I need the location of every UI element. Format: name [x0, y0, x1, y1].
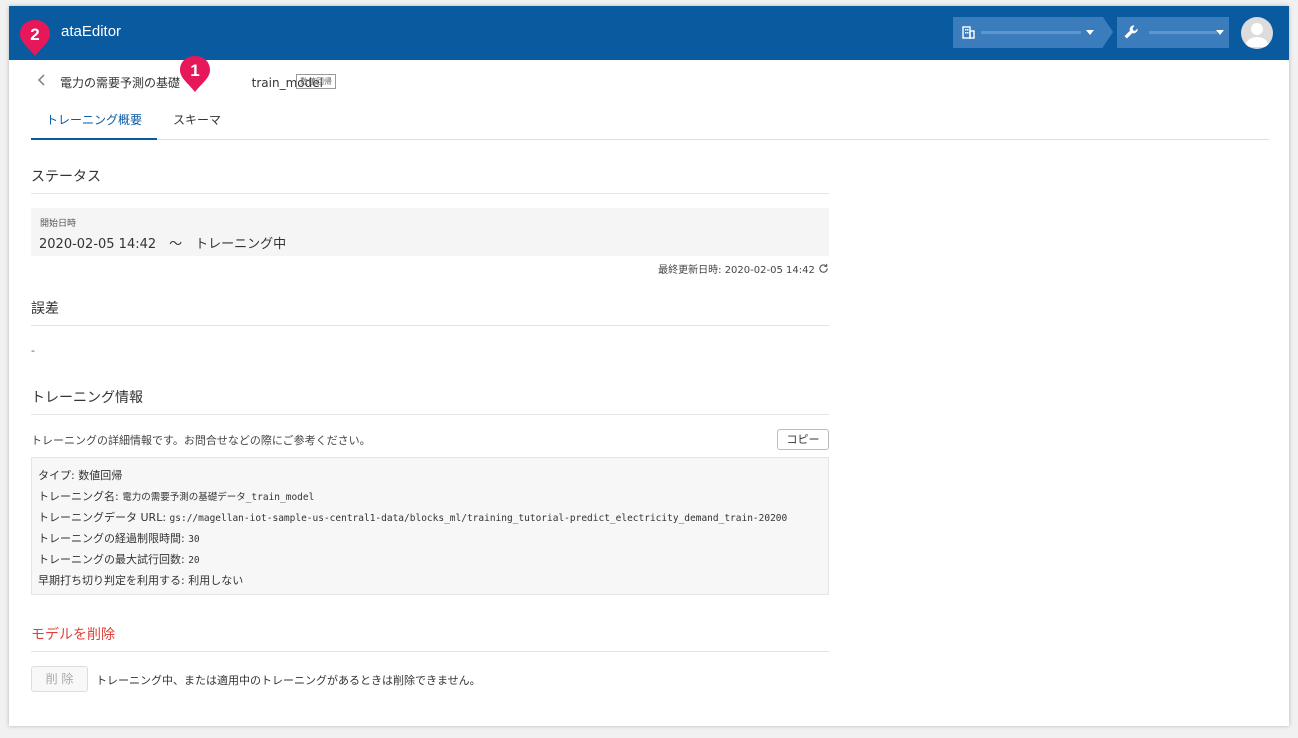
tab-training-overview[interactable]: トレーニング概要: [31, 111, 157, 140]
selector-arrow: [1103, 17, 1113, 47]
annotation-number: 2: [30, 25, 40, 44]
chevron-down-icon: [1216, 30, 1224, 35]
start-time-label: 開始日時: [40, 219, 77, 229]
tab-bar: トレーニング概要 スキーマ: [31, 105, 1269, 140]
error-section-title: 誤差: [31, 298, 829, 326]
annotation-badge-1: 1: [178, 54, 212, 94]
info-line-training-name: トレーニング名: 電力の需要予測の基礎データ_train_model: [38, 490, 315, 503]
chevron-down-icon: [1086, 30, 1094, 35]
annotation-number: 1: [190, 61, 200, 80]
delete-note: トレーニング中、または適用中のトレーニングがあるときは削除できません。: [96, 674, 481, 687]
training-info-description: トレーニングの詳細情報です。お問合せなどの際にご参考ください。: [31, 434, 371, 447]
tab-schema[interactable]: スキーマ: [173, 111, 221, 140]
wrench-icon: [1124, 25, 1138, 39]
info-line-data-url: トレーニングデータ URL: gs://magellan-iot-sample-…: [38, 511, 788, 524]
project-name-redacted: [1149, 31, 1217, 34]
status-section-title: ステータス: [31, 166, 829, 194]
delete-model-title: モデルを削除: [31, 624, 829, 652]
start-time-value: 2020-02-05 14:42 ～ トレーニング中: [39, 237, 287, 252]
project-selector[interactable]: [1117, 17, 1229, 48]
annotation-badge-2: 2: [18, 18, 52, 58]
top-header: ataEditor: [9, 6, 1289, 60]
user-avatar[interactable]: [1241, 17, 1273, 49]
info-line-type: タイプ: 数値回帰: [38, 469, 123, 482]
error-value: -: [31, 344, 35, 357]
training-info-section-title: トレーニング情報: [31, 387, 829, 415]
building-icon: [962, 26, 975, 39]
last-updated: 最終更新日時: 2020-02-05 14:42: [639, 261, 829, 276]
organization-name-redacted: [981, 31, 1081, 34]
breadcrumb-model-name: 電力の需要予測の基礎: [60, 76, 181, 90]
info-line-max-trials: トレーニングの最大試行回数: 20: [38, 553, 200, 566]
copy-button[interactable]: コピー: [777, 429, 829, 450]
last-updated-text: 最終更新日時: 2020-02-05 14:42: [658, 265, 815, 276]
status-box: 開始日時 2020-02-05 14:42 ～ トレーニング中: [31, 208, 829, 256]
organization-selector[interactable]: [953, 17, 1103, 48]
refresh-icon[interactable]: [818, 263, 829, 274]
back-chevron-icon[interactable]: [37, 73, 47, 87]
info-line-early-stopping: 早期打ち切り判定を利用する: 利用しない: [38, 574, 244, 587]
app-window: ataEditor 電力の需要予測の基礎 train_model 数値回帰 トレ…: [9, 6, 1289, 726]
user-icon: [1245, 23, 1269, 47]
info-line-time-limit: トレーニングの経過制限時間: 30: [38, 532, 200, 545]
app-title: ataEditor: [61, 23, 122, 40]
training-info-box: タイプ: 数値回帰 トレーニング名: 電力の需要予測の基礎データ_train_m…: [31, 457, 829, 595]
model-type-tag: 数値回帰: [296, 74, 336, 89]
delete-button[interactable]: 削 除: [31, 666, 88, 692]
